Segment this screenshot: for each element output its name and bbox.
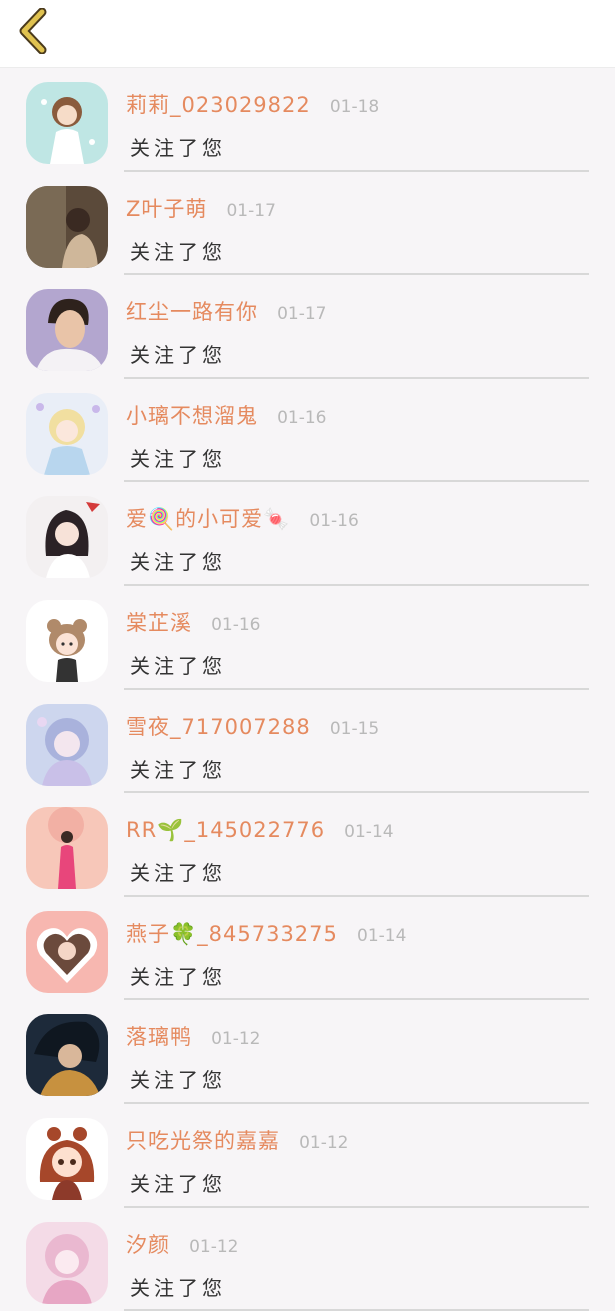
man-portrait-avatar-image — [26, 289, 108, 372]
user-name[interactable]: RR🌱_145022776 — [126, 818, 325, 842]
notification-header: 莉莉_023029822 01-18 — [126, 90, 379, 120]
anime-girl-avatar-image — [26, 392, 108, 475]
notification-action: 关注了您 — [130, 861, 226, 886]
list-item[interactable]: 红尘一路有你 01-17 关注了您 — [0, 275, 615, 379]
list-item[interactable]: 爱🍭的小可爱🍬 01-16 关注了您 — [0, 482, 615, 586]
notification-date: 01-17 — [277, 304, 327, 325]
cartoon-girl-avatar-image — [26, 1117, 108, 1200]
notification-action: 关注了您 — [130, 1275, 226, 1300]
avatar[interactable] — [26, 703, 108, 786]
notification-header: 汐颜 01-12 — [126, 1230, 239, 1260]
list-item[interactable]: 燕子🍀_845733275 01-14 关注了您 — [0, 897, 615, 1001]
user-name[interactable]: Z叶子萌 — [126, 197, 207, 221]
avatar[interactable] — [26, 910, 108, 993]
notification-header: 爱🍭的小可爱🍬 01-16 — [126, 504, 359, 534]
notification-date: 01-14 — [357, 925, 407, 946]
list-item[interactable]: 汐颜 01-12 关注了您 — [0, 1208, 615, 1311]
user-name[interactable]: 莉莉_023029822 — [126, 93, 311, 117]
anime-girl-avatar-image — [26, 496, 108, 579]
list-item[interactable]: 雪夜_717007288 01-15 关注了您 — [0, 690, 615, 794]
user-name[interactable]: 只吃光祭的嘉嘉 — [126, 1129, 280, 1153]
notification-action: 关注了您 — [130, 1171, 226, 1196]
notification-date: 01-15 — [329, 718, 380, 739]
notification-action: 关注了您 — [130, 343, 226, 368]
top-bar — [0, 0, 615, 68]
back-button[interactable] — [14, 7, 54, 55]
avatar[interactable] — [26, 599, 108, 682]
chevron-left-icon — [19, 7, 47, 55]
notification-action: 关注了您 — [130, 446, 226, 471]
avatar[interactable] — [26, 496, 108, 579]
user-name[interactable]: 雪夜_717007288 — [126, 715, 311, 739]
notification-header: 棠芷溪 01-16 — [126, 608, 261, 638]
list-item[interactable]: 棠芷溪 01-16 关注了您 — [0, 586, 615, 690]
avatar[interactable] — [26, 185, 108, 268]
avatar[interactable] — [26, 289, 108, 372]
notification-date: 01-12 — [211, 1029, 261, 1050]
user-name[interactable]: 落璃鸭 — [126, 1025, 192, 1049]
notification-header: 雪夜_717007288 01-15 — [126, 712, 379, 742]
list-item[interactable]: 小璃不想溜鬼 01-16 关注了您 — [0, 379, 615, 483]
notification-header: RR🌱_145022776 01-14 — [126, 815, 394, 845]
list-item[interactable]: RR🌱_145022776 01-14 关注了您 — [0, 793, 615, 897]
avatar[interactable] — [26, 1014, 108, 1097]
notification-action: 关注了您 — [130, 964, 226, 989]
notification-header: 小璃不想溜鬼 01-16 — [126, 401, 327, 431]
anime-character-avatar-image — [26, 1014, 108, 1097]
notification-action: 关注了您 — [130, 757, 226, 782]
notification-header: 燕子🍀_845733275 01-14 — [126, 919, 406, 949]
notification-action: 关注了您 — [130, 239, 226, 264]
list-item[interactable]: 落璃鸭 01-12 关注了您 — [0, 1000, 615, 1104]
follow-notification-list: 莉莉_023029822 01-18 关注了您 Z叶子萌 01-17 关注了您 — [0, 68, 615, 1311]
anime-girl-avatar-image — [26, 82, 108, 164]
user-name[interactable]: 燕子🍀_845733275 — [126, 922, 338, 946]
notification-date: 01-12 — [189, 1236, 239, 1257]
avatar[interactable] — [26, 1221, 108, 1304]
user-name[interactable]: 爱🍭的小可爱🍬 — [126, 507, 290, 531]
cartoon-bear-avatar-image — [26, 599, 108, 682]
user-name[interactable]: 红尘一路有你 — [126, 300, 258, 324]
notification-header: Z叶子萌 01-17 — [126, 194, 276, 224]
avatar[interactable] — [26, 392, 108, 475]
notification-action: 关注了您 — [130, 550, 226, 575]
user-name[interactable]: 汐颜 — [126, 1233, 170, 1257]
notification-action: 关注了您 — [130, 136, 226, 160]
user-name[interactable]: 棠芷溪 — [126, 611, 192, 635]
notification-date: 01-16 — [277, 407, 327, 428]
notification-action: 关注了您 — [130, 653, 226, 678]
user-name[interactable]: 小璃不想溜鬼 — [126, 404, 258, 428]
notification-header: 红尘一路有你 01-17 — [126, 297, 327, 327]
photo-avatar-image — [26, 807, 108, 890]
notification-date: 01-17 — [226, 200, 276, 221]
avatar[interactable] — [26, 1117, 108, 1200]
notification-header: 只吃光祭的嘉嘉 01-12 — [126, 1126, 349, 1156]
notification-date: 01-16 — [211, 614, 261, 635]
anime-girl-avatar-image — [26, 1221, 108, 1304]
list-item[interactable]: 莉莉_023029822 01-18 关注了您 — [0, 68, 615, 172]
notification-date: 01-14 — [344, 822, 394, 843]
avatar[interactable] — [26, 82, 108, 164]
photo-avatar-image — [26, 185, 108, 268]
notification-header: 落璃鸭 01-12 — [126, 1022, 261, 1052]
notification-date: 01-18 — [329, 97, 380, 117]
heart-frame-avatar-image — [26, 910, 108, 993]
notification-date: 01-12 — [299, 1132, 349, 1153]
anime-girl-avatar-image — [26, 703, 108, 786]
avatar[interactable] — [26, 807, 108, 890]
notification-date: 01-16 — [309, 511, 359, 532]
notification-action: 关注了您 — [130, 1068, 226, 1093]
list-item[interactable]: 只吃光祭的嘉嘉 01-12 关注了您 — [0, 1104, 615, 1208]
list-item[interactable]: Z叶子萌 01-17 关注了您 — [0, 172, 615, 276]
